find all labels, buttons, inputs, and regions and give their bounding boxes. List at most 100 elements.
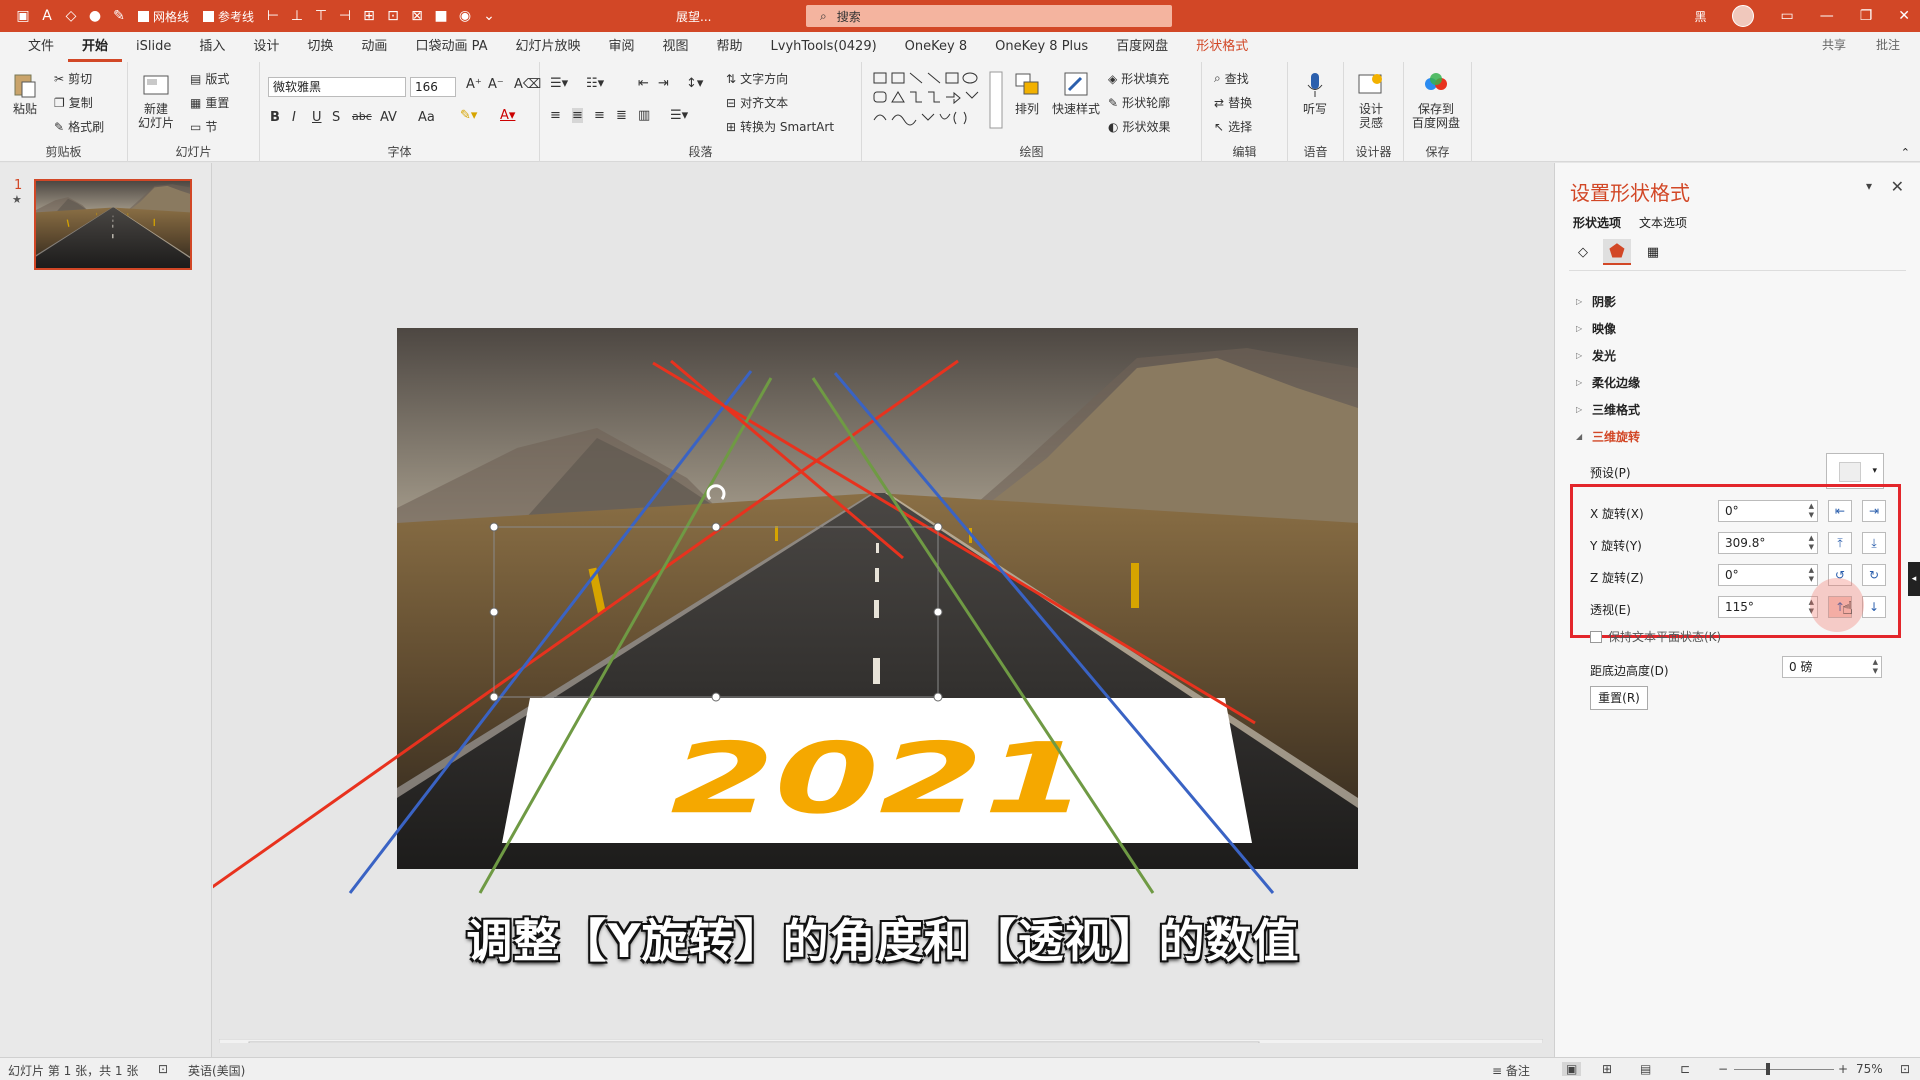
restore-button[interactable]: ❐: [1860, 8, 1873, 24]
distance-input[interactable]: 0 磅 ▲ ▼: [1782, 656, 1882, 678]
columns-icon[interactable]: ▥: [638, 108, 650, 123]
design-ideas-button[interactable]: 设计 灵感: [1356, 70, 1386, 130]
y-rotation-input[interactable]: 309.8° ▲ ▼: [1718, 532, 1818, 554]
crop-icon[interactable]: ⊠: [408, 7, 426, 25]
numbering-icon[interactable]: ☷▾: [586, 76, 604, 91]
highlight-color-icon[interactable]: ✎▾: [460, 108, 477, 123]
text-box-icon[interactable]: A: [38, 7, 56, 25]
reset-button[interactable]: 重置(R): [1590, 686, 1648, 710]
rotate-left-icon[interactable]: ⇤: [1828, 500, 1852, 522]
tab-onekey8[interactable]: OneKey 8: [891, 32, 981, 62]
tab-baidu-netdisk[interactable]: 百度网盘: [1102, 32, 1182, 62]
guides-checkbox[interactable]: 参考线: [203, 8, 254, 25]
align-center-icon[interactable]: ≡: [572, 108, 583, 123]
section-3d-format[interactable]: ▷ 三维格式: [1576, 401, 1640, 418]
zoom-slider-thumb[interactable]: [1766, 1063, 1770, 1075]
slide-thumbnail[interactable]: [34, 179, 192, 270]
format-painter-icon[interactable]: ✎: [110, 7, 128, 25]
bullets-icon[interactable]: ☰▾: [550, 76, 568, 91]
zoom-slider[interactable]: [1734, 1069, 1834, 1070]
color-icon[interactable]: ●: [86, 7, 104, 25]
align-right-icon[interactable]: ≡: [594, 108, 605, 123]
align-text-button[interactable]: ⊟ 对齐文本: [726, 94, 788, 111]
spinner-icon[interactable]: ▲ ▼: [1873, 658, 1878, 676]
close-button[interactable]: ✕: [1898, 8, 1910, 24]
shadow-button[interactable]: S: [332, 110, 340, 125]
text-direction-button[interactable]: ⇅ 文字方向: [726, 70, 788, 87]
clear-format-icon[interactable]: A⌫: [514, 77, 541, 92]
tab-design[interactable]: 设计: [239, 32, 293, 62]
align-middle-icon[interactable]: ⊣: [336, 7, 354, 25]
minimize-button[interactable]: —: [1820, 8, 1834, 24]
save-to-baidu-button[interactable]: 保存到 百度网盘: [1412, 70, 1460, 130]
group-icon[interactable]: ⊡: [384, 7, 402, 25]
reset-slide-button[interactable]: ▦ 重置: [190, 94, 229, 111]
ribbon-display-icon[interactable]: ▭: [1780, 8, 1793, 24]
pane-options-icon[interactable]: ▾: [1866, 179, 1872, 193]
rotate-down-icon[interactable]: ⤓: [1862, 532, 1886, 554]
gridlines-checkbox[interactable]: 网格线: [138, 8, 189, 25]
rotate-handle-icon[interactable]: [706, 484, 726, 500]
tab-pocket-animation[interactable]: 口袋动画 PA: [401, 32, 501, 62]
section-shadow[interactable]: ▷ 阴影: [1576, 293, 1616, 310]
horizontal-scrollbar[interactable]: ◂ ▸: [219, 1039, 1543, 1043]
spinner-icon[interactable]: ▲ ▼: [1809, 534, 1814, 552]
format-painter-button[interactable]: ✎ 格式刷: [54, 118, 104, 135]
collapse-ribbon-icon[interactable]: ⌃: [1901, 146, 1910, 159]
fit-to-window-icon[interactable]: ⊡: [1900, 1062, 1910, 1076]
section-reflection[interactable]: ▷ 映像: [1576, 320, 1616, 337]
user-name[interactable]: 黑: [1694, 8, 1706, 25]
close-icon[interactable]: ✕: [1891, 177, 1904, 196]
smartart-button[interactable]: ⊞ 转换为 SmartArt: [726, 118, 834, 135]
section-3d-rotation[interactable]: ◢ 三维旋转: [1576, 428, 1640, 445]
layout-button[interactable]: ▤ 版式: [190, 70, 229, 87]
tab-home[interactable]: 开始: [68, 32, 123, 62]
notes-button[interactable]: ≡ 备注: [1492, 1062, 1530, 1079]
char-spacing-button[interactable]: AV: [380, 110, 397, 125]
language[interactable]: 英语(美国): [188, 1062, 245, 1079]
shape-fill-button[interactable]: ◈ 形状填充: [1108, 70, 1169, 87]
distributed-icon[interactable]: ☰▾: [670, 108, 688, 123]
save-icon[interactable]: ▣: [14, 7, 32, 25]
tab-shape-format[interactable]: 形状格式: [1182, 32, 1262, 62]
paste-button[interactable]: 粘贴: [10, 70, 40, 116]
tab-transitions[interactable]: 切换: [293, 32, 347, 62]
align-left-icon[interactable]: ⊢: [264, 7, 282, 25]
justify-icon[interactable]: ≣: [616, 108, 627, 123]
tab-islide[interactable]: iSlide: [122, 32, 185, 62]
shape-outline-button[interactable]: ✎ 形状轮廓: [1108, 94, 1170, 111]
slide-sorter-icon[interactable]: ⊞: [1602, 1062, 1612, 1076]
section-soft-edges[interactable]: ▷ 柔化边缘: [1576, 374, 1640, 391]
spinner-icon[interactable]: ▲ ▼: [1809, 566, 1814, 584]
shapes-gallery[interactable]: [872, 70, 1004, 132]
selection-handles[interactable]: [489, 522, 943, 702]
decrease-perspective-icon[interactable]: ↓: [1862, 596, 1886, 618]
font-color-icon[interactable]: A▾: [500, 108, 515, 123]
reading-view-icon[interactable]: ▤: [1640, 1062, 1651, 1076]
record-icon[interactable]: ◉: [456, 7, 474, 25]
font-size-combo[interactable]: 166: [410, 77, 456, 97]
arrange-button[interactable]: 排列: [1012, 70, 1042, 116]
rect-icon[interactable]: ■: [432, 7, 450, 25]
decrease-indent-icon[interactable]: ⇤: [638, 76, 649, 91]
avatar[interactable]: [1732, 5, 1755, 27]
tab-review[interactable]: 审阅: [595, 32, 649, 62]
checkbox-box[interactable]: [1590, 630, 1602, 643]
zoom-in-icon[interactable]: +: [1838, 1062, 1848, 1076]
section-glow[interactable]: ▷ 发光: [1576, 347, 1616, 364]
checkbox-box[interactable]: [203, 10, 215, 22]
rotate-cw-icon[interactable]: ↻: [1862, 564, 1886, 586]
dictate-button[interactable]: 听写: [1300, 70, 1330, 116]
align-left-icon[interactable]: ≡: [550, 108, 561, 123]
tab-shape-options[interactable]: 形状选项: [1573, 214, 1621, 231]
zoom-level[interactable]: 75%: [1856, 1062, 1883, 1076]
select-button[interactable]: ↖ 选择: [1214, 118, 1252, 135]
tab-view[interactable]: 视图: [649, 32, 703, 62]
keep-text-flat-checkbox[interactable]: 保持文本平面状态(K): [1590, 628, 1721, 645]
line-spacing-icon[interactable]: ↕▾: [686, 76, 703, 91]
align-center-icon[interactable]: ⊥: [288, 7, 306, 25]
rotate-right-icon[interactable]: ⇥: [1862, 500, 1886, 522]
z-rotation-input[interactable]: 0° ▲ ▼: [1718, 564, 1818, 586]
distribute-icon[interactable]: ⊞: [360, 7, 378, 25]
strikethrough-button[interactable]: abc: [352, 110, 372, 123]
